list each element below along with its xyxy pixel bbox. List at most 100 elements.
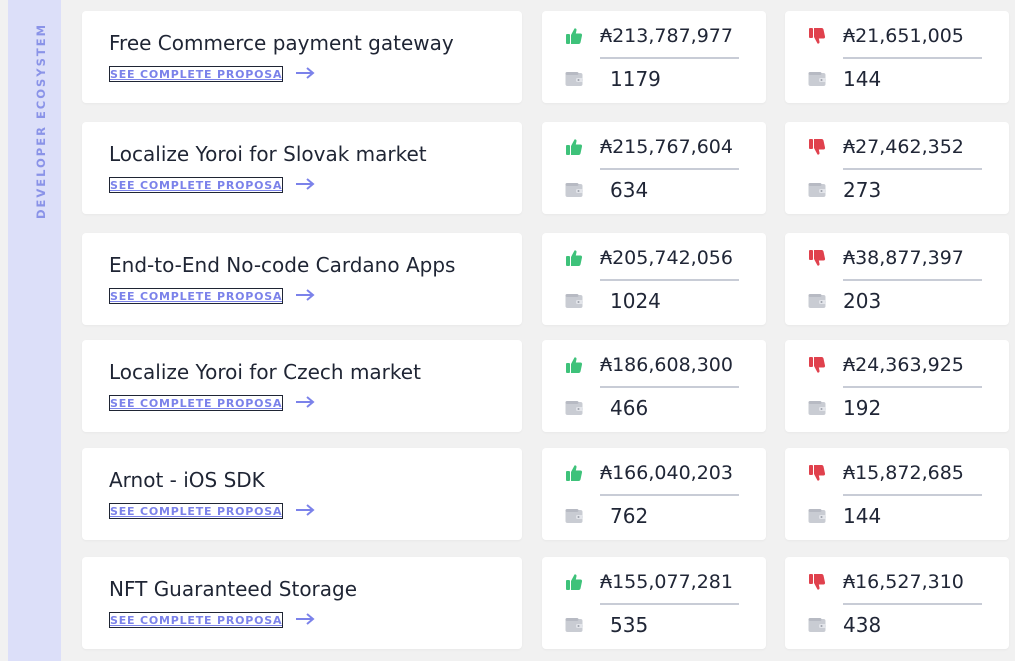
wallet-icon bbox=[808, 182, 826, 198]
wallet-icon bbox=[808, 71, 826, 87]
yes-votes-card: ₳186,608,300 466 bbox=[542, 340, 766, 432]
proposal-title: Localize Yoroi for Czech market bbox=[109, 360, 421, 384]
no-amount: ₳27,462,352 bbox=[843, 136, 964, 158]
proposal-title: Free Commerce payment gateway bbox=[109, 31, 454, 55]
see-complete-proposal-link[interactable]: SEE COMPLETE PROPOSAL bbox=[109, 66, 283, 82]
thumbs-up-icon bbox=[565, 464, 583, 482]
yes-amount: ₳155,077,281 bbox=[600, 571, 733, 593]
no-votes-card: ₳16,527,310 438 bbox=[785, 557, 1009, 649]
proposal-row: End-to-End No-code Cardano Apps SEE COMP… bbox=[0, 233, 1015, 325]
no-voter-count: 203 bbox=[843, 289, 882, 313]
divider bbox=[600, 168, 739, 170]
wallet-icon bbox=[808, 617, 826, 633]
proposal-title: NFT Guaranteed Storage bbox=[109, 577, 358, 601]
proposal-card: NFT Guaranteed Storage SEE COMPLETE PROP… bbox=[82, 557, 522, 649]
no-voter-count: 144 bbox=[843, 67, 882, 91]
yes-voter-count: 634 bbox=[610, 178, 649, 202]
thumbs-down-icon bbox=[808, 27, 826, 45]
yes-voter-count: 535 bbox=[610, 613, 649, 637]
arrow-right-icon[interactable] bbox=[295, 611, 315, 627]
thumbs-up-icon bbox=[565, 356, 583, 374]
see-complete-proposal-link[interactable]: SEE COMPLETE PROPOSAL bbox=[109, 612, 283, 628]
proposal-row: NFT Guaranteed Storage SEE COMPLETE PROP… bbox=[0, 557, 1015, 649]
wallet-icon bbox=[565, 617, 583, 633]
no-amount: ₳21,651,005 bbox=[843, 25, 964, 47]
yes-voter-count: 762 bbox=[610, 504, 649, 528]
divider bbox=[600, 603, 739, 605]
divider bbox=[843, 168, 982, 170]
yes-votes-card: ₳155,077,281 535 bbox=[542, 557, 766, 649]
no-votes-card: ₳38,877,397 203 bbox=[785, 233, 1009, 325]
yes-amount: ₳186,608,300 bbox=[600, 354, 733, 376]
see-complete-proposal-link[interactable]: SEE COMPLETE PROPOSAL bbox=[109, 288, 283, 304]
no-amount: ₳16,527,310 bbox=[843, 571, 964, 593]
divider bbox=[843, 386, 982, 388]
divider bbox=[843, 603, 982, 605]
divider bbox=[600, 279, 739, 281]
yes-voter-count: 1024 bbox=[610, 289, 661, 313]
thumbs-up-icon bbox=[565, 27, 583, 45]
proposal-card: Localize Yoroi for Czech market SEE COMP… bbox=[82, 340, 522, 432]
thumbs-up-icon bbox=[565, 138, 583, 156]
yes-voter-count: 466 bbox=[610, 396, 649, 420]
proposal-title: End-to-End No-code Cardano Apps bbox=[109, 253, 456, 277]
proposal-row: Free Commerce payment gateway SEE COMPLE… bbox=[0, 11, 1015, 103]
yes-voter-count: 1179 bbox=[610, 67, 661, 91]
no-votes-card: ₳21,651,005 144 bbox=[785, 11, 1009, 103]
see-complete-proposal-link[interactable]: SEE COMPLETE PROPOSAL bbox=[109, 395, 283, 411]
yes-amount: ₳166,040,203 bbox=[600, 462, 733, 484]
see-complete-proposal-link[interactable]: SEE COMPLETE PROPOSAL bbox=[109, 503, 283, 519]
proposal-title: Localize Yoroi for Slovak market bbox=[109, 142, 427, 166]
yes-amount: ₳205,742,056 bbox=[600, 247, 733, 269]
thumbs-up-icon bbox=[565, 573, 583, 591]
thumbs-up-icon bbox=[565, 249, 583, 267]
thumbs-down-icon bbox=[808, 464, 826, 482]
no-voter-count: 273 bbox=[843, 178, 882, 202]
wallet-icon bbox=[565, 508, 583, 524]
proposal-row: Localize Yoroi for Czech market SEE COMP… bbox=[0, 340, 1015, 432]
no-amount: ₳15,872,685 bbox=[843, 462, 964, 484]
arrow-right-icon[interactable] bbox=[295, 394, 315, 410]
wallet-icon bbox=[565, 71, 583, 87]
proposal-title: Arnot - iOS SDK bbox=[109, 468, 265, 492]
thumbs-down-icon bbox=[808, 138, 826, 156]
proposal-list: Free Commerce payment gateway SEE COMPLE… bbox=[0, 0, 1015, 661]
yes-votes-card: ₳215,767,604 634 bbox=[542, 122, 766, 214]
arrow-right-icon[interactable] bbox=[295, 287, 315, 303]
yes-amount: ₳215,767,604 bbox=[600, 136, 733, 158]
no-amount: ₳38,877,397 bbox=[843, 247, 964, 269]
arrow-right-icon[interactable] bbox=[295, 65, 315, 81]
divider bbox=[843, 494, 982, 496]
arrow-right-icon[interactable] bbox=[295, 176, 315, 192]
proposal-card: Arnot - iOS SDK SEE COMPLETE PROPOSAL bbox=[82, 448, 522, 540]
see-complete-proposal-link[interactable]: SEE COMPLETE PROPOSAL bbox=[109, 177, 283, 193]
divider bbox=[600, 57, 739, 59]
no-voter-count: 144 bbox=[843, 504, 882, 528]
no-voter-count: 192 bbox=[843, 396, 882, 420]
wallet-icon bbox=[565, 400, 583, 416]
divider bbox=[843, 57, 982, 59]
thumbs-down-icon bbox=[808, 356, 826, 374]
proposal-card: Localize Yoroi for Slovak market SEE COM… bbox=[82, 122, 522, 214]
arrow-right-icon[interactable] bbox=[295, 502, 315, 518]
divider bbox=[600, 494, 739, 496]
wallet-icon bbox=[808, 400, 826, 416]
divider bbox=[600, 386, 739, 388]
no-voter-count: 438 bbox=[843, 613, 882, 637]
yes-votes-card: ₳213,787,977 1179 bbox=[542, 11, 766, 103]
wallet-icon bbox=[565, 293, 583, 309]
proposal-card: End-to-End No-code Cardano Apps SEE COMP… bbox=[82, 233, 522, 325]
yes-votes-card: ₳166,040,203 762 bbox=[542, 448, 766, 540]
no-votes-card: ₳27,462,352 273 bbox=[785, 122, 1009, 214]
no-votes-card: ₳24,363,925 192 bbox=[785, 340, 1009, 432]
yes-votes-card: ₳205,742,056 1024 bbox=[542, 233, 766, 325]
proposal-row: Arnot - iOS SDK SEE COMPLETE PROPOSAL ₳1… bbox=[0, 448, 1015, 540]
divider bbox=[843, 279, 982, 281]
proposal-card: Free Commerce payment gateway SEE COMPLE… bbox=[82, 11, 522, 103]
no-amount: ₳24,363,925 bbox=[843, 354, 964, 376]
thumbs-down-icon bbox=[808, 249, 826, 267]
thumbs-down-icon bbox=[808, 573, 826, 591]
wallet-icon bbox=[565, 182, 583, 198]
wallet-icon bbox=[808, 293, 826, 309]
wallet-icon bbox=[808, 508, 826, 524]
